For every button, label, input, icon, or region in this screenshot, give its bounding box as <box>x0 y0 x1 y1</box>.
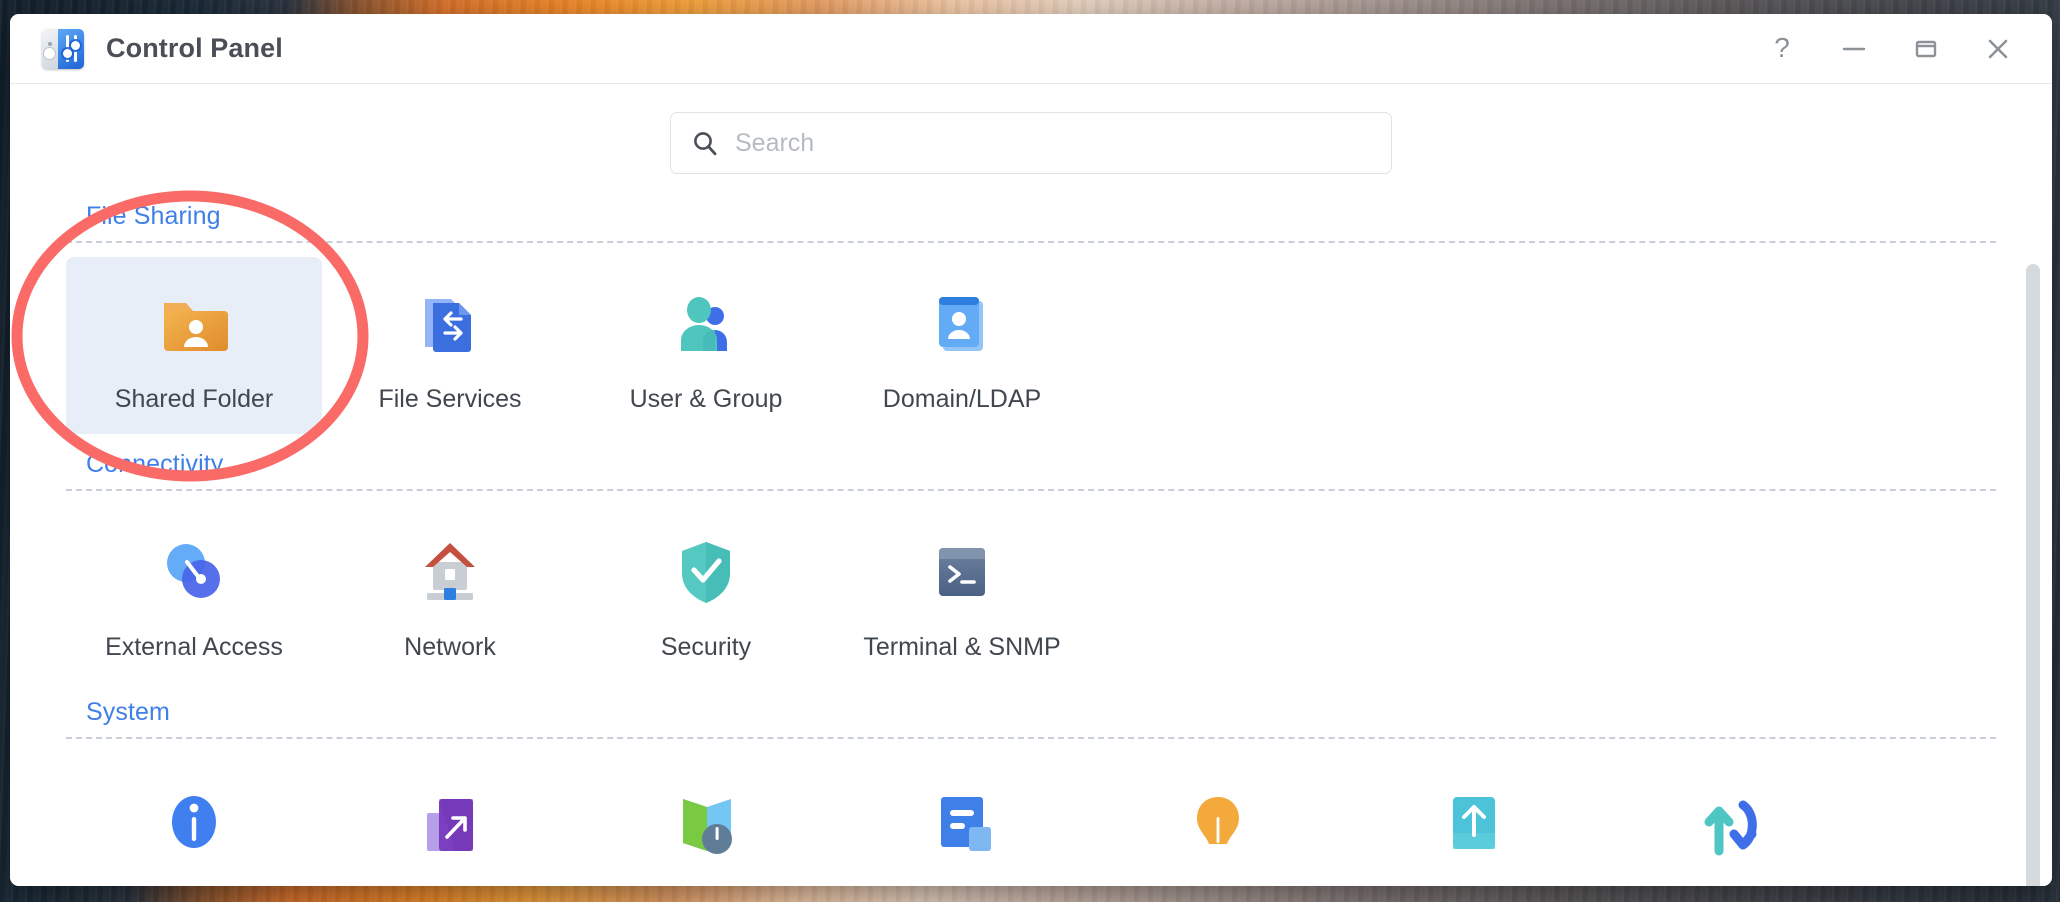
lightbulb-icon <box>1175 777 1261 863</box>
scrollbar-thumb[interactable] <box>2026 264 2040 886</box>
tile-user-group[interactable]: User & Group <box>578 257 834 434</box>
section-file-sharing: File Sharing Shared Folder File Services… <box>10 192 2052 440</box>
tile-label: User & Group <box>629 385 783 413</box>
control-panel-content: File Sharing <box>10 84 2052 886</box>
window-controls: ? <box>1750 25 2030 73</box>
window-title: Control Panel <box>106 33 283 63</box>
tile-notification[interactable] <box>834 753 1090 874</box>
tile-label: File Services <box>378 385 522 413</box>
minimize-button[interactable] <box>1822 25 1886 73</box>
tile-security[interactable]: Security <box>578 505 834 682</box>
user-group-icon <box>663 281 749 367</box>
tile-label: Terminal & SNMP <box>863 633 1061 661</box>
section-connectivity: Connectivity External Access Network Sec… <box>10 440 2052 688</box>
scrollbar-track[interactable] <box>2026 180 2040 886</box>
terminal-icon <box>919 529 1005 615</box>
tile-label: Security <box>660 633 752 661</box>
security-shield-icon <box>663 529 749 615</box>
search-row <box>10 84 2052 184</box>
tile-login-portal[interactable] <box>322 753 578 874</box>
domain-ldap-icon <box>919 281 1005 367</box>
document-lines-icon <box>919 777 1005 863</box>
maximize-button[interactable] <box>1894 25 1958 73</box>
file-sharing-tiles: Shared Folder File Services User & Group… <box>10 243 2052 440</box>
info-icon <box>151 777 237 863</box>
tile-sync[interactable] <box>1602 753 1858 874</box>
section-title-system: System <box>86 698 170 726</box>
file-services-icon <box>407 281 493 367</box>
desktop-wallpaper: Control Panel ? Search File Sharing Shar… <box>0 0 2060 902</box>
connectivity-tiles: External Access Network Security Termina… <box>10 491 2052 688</box>
help-button[interactable]: ? <box>1750 25 1814 73</box>
purple-arrow-icon <box>407 777 493 863</box>
tile-terminal-snmp[interactable]: Terminal & SNMP <box>834 505 1090 682</box>
external-access-icon <box>151 529 237 615</box>
tile-network[interactable]: Network <box>322 505 578 682</box>
search-input[interactable] <box>735 128 1371 158</box>
tile-info-center[interactable] <box>66 753 322 874</box>
sections-container: File Sharing Shared Folder File Services… <box>10 184 2052 874</box>
tile-domain-ldap[interactable]: Domain/LDAP <box>834 257 1090 434</box>
tile-regional-options[interactable] <box>578 753 834 874</box>
search-box[interactable] <box>670 112 1392 174</box>
section-system: System <box>10 688 2052 874</box>
network-icon <box>407 529 493 615</box>
system-tiles <box>10 739 2052 874</box>
shared-folder-icon <box>151 281 237 367</box>
upload-arrow-icon <box>1431 777 1517 863</box>
search-icon <box>694 132 717 156</box>
control-panel-window: Control Panel ? Search File Sharing Shar… <box>10 14 2052 886</box>
tile-label: Domain/LDAP <box>882 385 1042 413</box>
section-title-file-sharing: File Sharing <box>86 202 221 230</box>
tile-update-restore[interactable] <box>1346 753 1602 874</box>
tile-label: External Access <box>105 633 283 661</box>
tile-label: Shared Folder <box>114 385 274 413</box>
window-titlebar: Control Panel ? <box>10 14 2052 84</box>
up-down-arrows-icon <box>1687 777 1773 863</box>
tile-label: Network <box>404 633 496 661</box>
close-button[interactable] <box>1966 25 2030 73</box>
section-title-connectivity: Connectivity <box>86 450 224 478</box>
tile-file-services[interactable]: File Services <box>322 257 578 434</box>
tile-external-access[interactable]: External Access <box>66 505 322 682</box>
tile-hardware-power[interactable] <box>1090 753 1346 874</box>
svg-text:?: ? <box>1774 34 1790 63</box>
map-clock-icon <box>663 777 749 863</box>
control-panel-sliders-icon <box>42 28 84 69</box>
tile-shared-folder[interactable]: Shared Folder <box>66 257 322 434</box>
